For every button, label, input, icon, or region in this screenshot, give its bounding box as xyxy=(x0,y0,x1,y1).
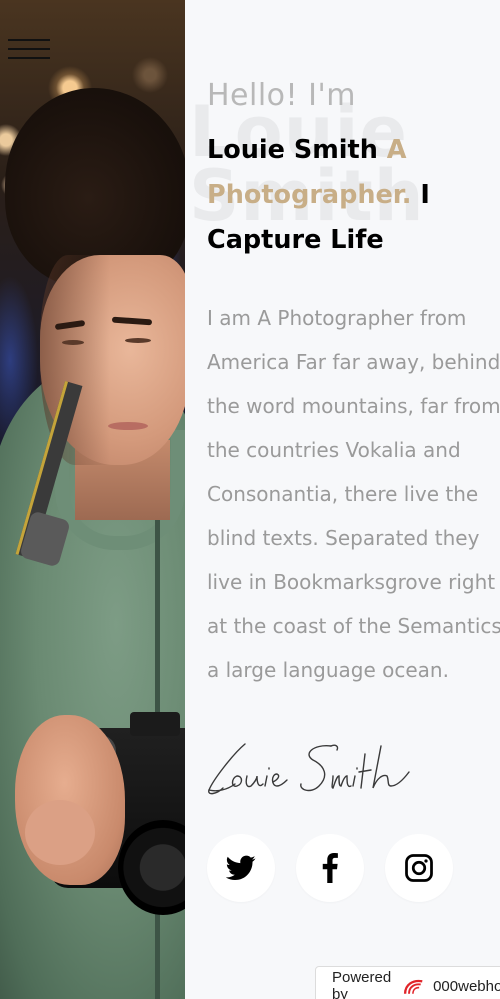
powered-by-brand: 000webhost xyxy=(433,977,500,995)
bio-line: I am A Photographer from xyxy=(207,306,467,330)
hero-photo xyxy=(0,0,185,999)
powered-by-badge[interactable]: Powered by 000webhost xyxy=(315,966,500,999)
powered-by-label: Powered by xyxy=(332,969,392,999)
facebook-icon xyxy=(322,853,338,883)
bio-line: a large language ocean. xyxy=(207,658,449,682)
bio-line: Consonantia, there live the xyxy=(207,482,479,506)
hero-name: Louie Smith xyxy=(207,135,378,165)
greeting: Hello! I'm xyxy=(207,78,356,113)
bio-line: America Far far away, behind xyxy=(207,350,500,374)
social-links xyxy=(207,834,453,902)
bio-line: the countries Vokalia and xyxy=(207,438,461,462)
instagram-icon xyxy=(405,854,433,882)
hero-content: Louie Smith Hello! I'm Louie Smith A Pho… xyxy=(185,0,500,999)
instagram-button[interactable] xyxy=(385,834,453,902)
twitter-button[interactable] xyxy=(207,834,275,902)
tagline-part2: Capture Life xyxy=(207,225,384,255)
twitter-icon xyxy=(226,855,256,880)
hamburger-icon[interactable] xyxy=(8,39,52,67)
signature-image xyxy=(208,743,410,795)
headline: Louie Smith A Photographer. I Capture Li… xyxy=(207,128,500,263)
bio-line: the word mountains, far from xyxy=(207,394,500,418)
bio-text: I am A Photographer from America Far far… xyxy=(207,296,500,692)
bio-line: at the coast of the Semantics, xyxy=(207,614,500,638)
facebook-button[interactable] xyxy=(296,834,364,902)
webhost-logo-icon xyxy=(403,979,423,994)
bio-line: live in Bookmarksgrove right xyxy=(207,570,496,594)
bio-line: blind texts. Separated they xyxy=(207,526,480,550)
tagline-part1: I xyxy=(420,180,430,210)
